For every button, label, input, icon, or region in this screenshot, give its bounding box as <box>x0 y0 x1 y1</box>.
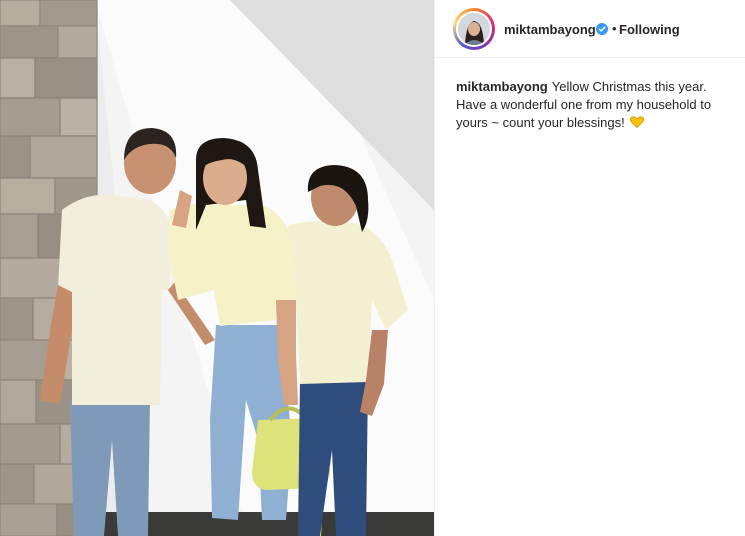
username-link[interactable]: miktambayong <box>504 22 596 37</box>
post-photo[interactable] <box>0 0 434 536</box>
family-photo-illustration <box>0 0 434 536</box>
post-side-panel: miktambayong • Following miktambayong Yel… <box>434 0 745 536</box>
verified-badge-icon <box>596 23 608 35</box>
profile-avatar[interactable] <box>453 8 495 50</box>
post-caption: miktambayong Yellow Christmas this year. … <box>456 78 726 132</box>
yellow-heart-icon <box>630 116 645 128</box>
post-header: miktambayong • Following <box>435 0 745 58</box>
separator-dot: • <box>612 21 617 36</box>
caption-username-link[interactable]: miktambayong <box>456 79 548 94</box>
avatar-image <box>458 13 490 45</box>
following-button[interactable]: Following <box>619 22 680 37</box>
